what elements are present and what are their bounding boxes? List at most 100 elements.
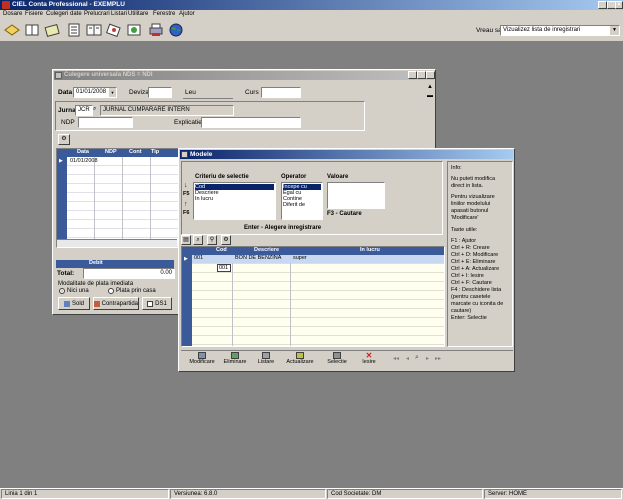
sort-down-arrow-icon[interactable]: ↓ <box>184 182 188 189</box>
criteriu-label: Criteriu de selectie <box>195 174 249 180</box>
status-server: Server: HOME <box>484 489 622 499</box>
search-icon[interactable]: ⌕ <box>93 106 96 113</box>
col-header-ndp[interactable]: NDP <box>105 149 117 155</box>
col-header-cod[interactable]: Cod <box>216 247 227 253</box>
chevron-down-icon[interactable]: ▼ <box>610 26 619 35</box>
nav-last-icon[interactable]: ▸▸ <box>435 355 441 362</box>
ndp-field[interactable] <box>78 117 133 128</box>
selected-row[interactable] <box>192 255 444 263</box>
table-row-data[interactable]: 01/01/2008 <box>70 158 98 164</box>
iesire-button[interactable]: ✕ Iesire <box>357 352 381 369</box>
radio-nici-una[interactable]: Nici una <box>59 288 89 294</box>
menu-ajutor[interactable]: Ajutor <box>179 11 195 17</box>
nav-prev-icon[interactable]: ◂ <box>406 355 409 362</box>
culegere-maximize-button[interactable]: □ <box>417 71 426 79</box>
current-row-arrow-icon: ▶ <box>59 158 63 164</box>
document-button[interactable] <box>64 20 84 40</box>
nav-first-icon[interactable]: ◂◂ <box>393 355 399 362</box>
eliminare-button[interactable]: Eliminare <box>221 352 249 369</box>
menu-utilitare[interactable]: Utilitare <box>128 11 148 17</box>
curs-field[interactable] <box>261 87 301 98</box>
taste-ctrl-d: Ctrl + D: Modificare <box>451 252 499 258</box>
book-button[interactable] <box>22 20 42 40</box>
modele-grid: Cod Descriere In lucru ▶ 001 BON DE BENZ… <box>181 246 445 347</box>
col-header-tip[interactable]: Tip <box>151 149 159 155</box>
register-button[interactable] <box>42 20 62 40</box>
taste-f4: F4 : Deschidere lista (pentru casetele m… <box>451 287 504 314</box>
view-select[interactable]: Vizualizez lista de inregistrari ▼ <box>500 25 620 36</box>
f5-label: F5 <box>183 191 190 197</box>
operator-item-diferit-de[interactable]: Diferit de <box>283 202 321 208</box>
edit-cell[interactable]: 001 <box>217 264 231 272</box>
ds-button[interactable]: DS1 <box>142 297 172 310</box>
col-header-data[interactable]: Data <box>77 149 89 155</box>
contrapartida-icon <box>94 300 100 307</box>
jurnal-code-field[interactable]: JCR <box>75 105 93 116</box>
col-divider-1 <box>232 255 233 346</box>
explicatie-field[interactable] <box>201 117 301 128</box>
criteriu-listbox[interactable]: Cod Descriere In lucru <box>193 182 276 220</box>
grid-settings-button[interactable]: ▤ <box>181 235 191 245</box>
listare-button[interactable]: Listare <box>253 352 279 369</box>
balance-button[interactable] <box>104 20 124 40</box>
culegere-close-button[interactable]: × <box>426 71 435 79</box>
nav-search-icon[interactable]: ⌕ <box>415 354 419 362</box>
menu-dosare[interactable]: Dosare <box>3 11 22 17</box>
nav-next-icon[interactable]: ▸ <box>426 355 429 362</box>
grid-filter-button[interactable]: ⚲ <box>207 235 217 245</box>
sold-button[interactable]: Sold <box>58 297 90 310</box>
deviza-field[interactable] <box>148 87 172 98</box>
open-dosar-button[interactable] <box>2 20 22 40</box>
document-icon <box>68 23 80 37</box>
status-cod-societate: Cod Societate: DM <box>327 489 483 499</box>
menu-fisiere[interactable]: Fisiere <box>25 11 43 17</box>
criteriu-item-in-lucru[interactable]: In lucru <box>195 196 274 202</box>
app-minimize-button[interactable]: _ <box>598 1 607 9</box>
grid-toolbar-button[interactable]: ⚙ <box>58 134 70 145</box>
menu-prelucrari[interactable]: Prelucrari <box>84 11 110 17</box>
col-header-descriere[interactable]: Descriere <box>254 247 279 253</box>
selectie-button[interactable]: Selectie <box>323 352 351 369</box>
pie-chart-icon <box>127 24 141 36</box>
row-cod[interactable]: 001 <box>194 255 203 261</box>
menu-listari[interactable]: Listari <box>111 11 127 17</box>
culegere-title: Culegere universala NDS = NDI <box>64 72 153 78</box>
collapse-arrow-icon[interactable]: ▲ <box>427 84 433 90</box>
menu-ferestre[interactable]: Ferestre <box>153 11 175 17</box>
leu-underline <box>183 98 233 99</box>
culegere-minimize-button[interactable]: _ <box>408 71 417 79</box>
expand-arrow-icon[interactable]: ▬ <box>427 93 433 99</box>
grid-tools-button[interactable]: ⚙ <box>221 235 231 245</box>
print-button[interactable] <box>146 20 166 40</box>
row-in-lucru[interactable]: super <box>293 255 307 261</box>
total-field: 0.00 <box>83 268 175 279</box>
valoare-input[interactable] <box>327 182 385 209</box>
toolbar: Vreau sa: Vizualizez lista de inregistra… <box>0 19 623 42</box>
sort-up-arrow-icon[interactable]: ↑ <box>184 201 188 208</box>
horizontal-scrollbar[interactable] <box>57 239 177 247</box>
row-descriere[interactable]: BON DE BENZINA <box>235 255 281 261</box>
modificare-button[interactable]: Modificare <box>187 352 217 369</box>
radio-plata-casa[interactable]: Plata prin casa <box>108 288 156 294</box>
ledger-button[interactable] <box>84 20 104 40</box>
grid-search-button[interactable]: ⌕ <box>193 235 203 245</box>
jurnal-name-field: JURNAL CUMPARARE INTERN <box>100 105 234 116</box>
actualizare-button[interactable]: Actualizare <box>283 352 317 369</box>
status-versiunea: Versiunea: 6.8.0 <box>170 489 326 499</box>
app-close-button[interactable]: × <box>615 1 623 9</box>
internet-button[interactable] <box>166 20 186 40</box>
deviza-label: Deviza <box>129 89 149 96</box>
debit-label: Debit <box>89 260 103 266</box>
chart-button[interactable] <box>124 20 144 40</box>
modalitate-label: Modalitate de plata imediata <box>58 281 134 287</box>
f3-cautare-label: F3 - Cautare <box>327 211 362 217</box>
contrapartida-button[interactable]: Contrapartida <box>93 297 139 310</box>
calendar-dropdown-icon[interactable]: ▼ <box>109 88 116 97</box>
f6-label: F6 <box>183 210 190 216</box>
data-field[interactable]: 01/01/2008 ▼ <box>73 87 117 98</box>
col-header-cont[interactable]: Cont <box>129 149 142 155</box>
col-header-in-lucru[interactable]: In lucru <box>360 247 380 253</box>
modify-icon <box>198 352 206 359</box>
menu-culegeri-date[interactable]: Culegeri date <box>46 11 82 17</box>
operator-listbox[interactable]: Incepe cu Egal cu Contine Diferit de <box>281 182 323 220</box>
